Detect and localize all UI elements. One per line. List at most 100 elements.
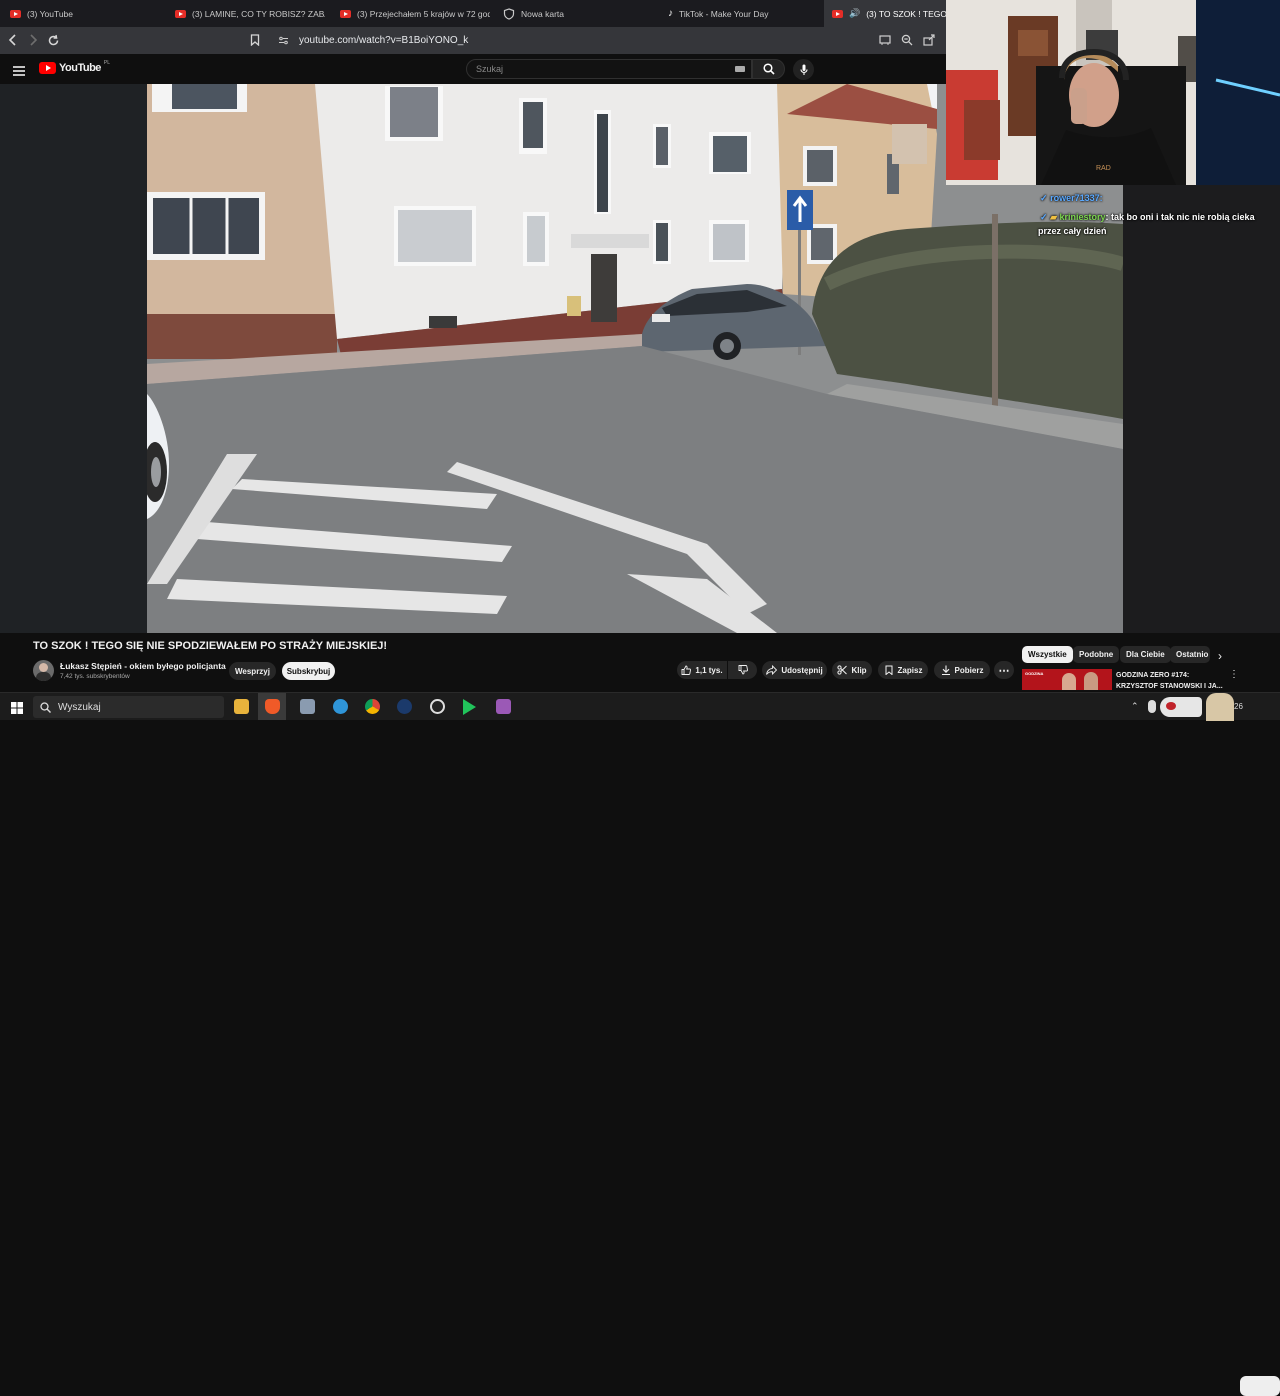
chat-username: rower71337: [1050, 193, 1103, 203]
reload-icon [48, 34, 58, 45]
save-button[interactable]: Zapisz [878, 661, 928, 679]
share-arrow-icon [766, 665, 778, 675]
menu-button[interactable] [13, 63, 25, 76]
tab-przejechalem[interactable]: (3) Przejechałem 5 krajów w 72 godz [330, 0, 490, 27]
clip-label: Klip [851, 665, 867, 675]
back-button[interactable] [4, 31, 22, 49]
tray-overflow-button[interactable]: ⌃ [1131, 701, 1139, 712]
clip-button[interactable]: Klip [832, 661, 872, 679]
video-title: TO SZOK ! TEGO SIĘ NIE SPODZIEWAŁEM PO S… [33, 640, 388, 652]
recommended-title[interactable]: GODZINA ZERO #174: KRZYSZTOF STANOWSKI I… [1116, 670, 1223, 692]
keyboard-icon[interactable] [735, 66, 745, 72]
recommended-thumbnail[interactable]: GODZINA [1022, 669, 1112, 690]
video-right-margin [1123, 185, 1280, 633]
chat-message-continuation: przez cały dzień [1038, 226, 1107, 236]
cast-icon [879, 35, 891, 45]
tiktok-icon: ♪ [668, 8, 673, 19]
save-to-playlist-icon [885, 665, 893, 675]
share-label: Udostępnij [781, 665, 823, 675]
bookmark-button[interactable] [246, 31, 264, 49]
dislike-button[interactable] [728, 661, 757, 679]
chip-related[interactable]: Podobne [1073, 646, 1120, 663]
cast-button[interactable] [876, 31, 894, 49]
recommended-title-line: KRZYSZTOF STANOWSKI I JA... [1116, 683, 1223, 690]
chip-label: Wszystkie [1028, 650, 1067, 659]
voice-search-button[interactable] [793, 59, 814, 80]
shield-icon [503, 7, 515, 20]
more-actions-button[interactable]: ⋯ [994, 661, 1014, 679]
download-button[interactable]: Pobierz [934, 661, 990, 679]
svg-text:RAD: RAD [1096, 165, 1111, 172]
download-icon [941, 665, 950, 675]
verified-check-icon: ✓ [1040, 212, 1048, 222]
taskbar-search-box[interactable]: Wyszukaj [33, 696, 224, 718]
search-button[interactable] [752, 59, 785, 79]
region-badge: PL [103, 60, 111, 66]
youtube-favicon-icon [175, 9, 186, 18]
scissors-icon [837, 665, 848, 675]
media-play-icon[interactable] [463, 699, 476, 715]
chip-label: Podobne [1079, 650, 1114, 659]
chips-next-button[interactable]: › [1218, 649, 1222, 663]
hamburger-menu-icon [13, 66, 25, 76]
share-button[interactable]: Udostępnij [762, 661, 827, 679]
files-icon[interactable] [300, 699, 315, 714]
tab-new-tab[interactable]: Nowa karta [495, 0, 655, 27]
webcam-frame: RAD [946, 0, 1280, 185]
chrome-icon[interactable] [365, 699, 380, 714]
back-arrow-icon [8, 34, 16, 46]
taskbar-search-placeholder: Wyszukaj [58, 701, 101, 713]
channel-name[interactable]: Łukasz Stępień - okiem byłego policjanta [60, 661, 226, 671]
game-icon[interactable] [496, 699, 511, 714]
chat-message: ✓ ▰ kriniestory: tak bo oni i tak nic ni… [1040, 212, 1255, 223]
url-field[interactable]: youtube.com/watch?v=B1BoiYONO_k [268, 30, 868, 51]
tab-lamine[interactable]: (3) LAMINE, CO TY ROBISZ? ZABAWA [165, 0, 325, 27]
windows-taskbar: Wyszukaj ⌃ 26 [0, 692, 1280, 1396]
recommended-title-line: GODZINA ZERO #174: [1116, 672, 1190, 679]
reload-button[interactable] [44, 31, 62, 49]
thumbs-down-icon [738, 665, 748, 675]
share-icon [923, 34, 935, 46]
chat-text: : tak bo oni i tak nic nie robią cieka [1105, 212, 1255, 222]
subscribe-button[interactable]: Subskrybuj [282, 662, 335, 680]
bookmark-icon [250, 34, 260, 46]
obs-icon[interactable] [430, 699, 445, 714]
tab-tiktok[interactable]: ♪ TikTok - Make Your Day [660, 0, 820, 27]
channel-avatar[interactable] [33, 660, 54, 681]
forward-arrow-icon [30, 34, 38, 46]
chip-recent[interactable]: Ostatnio [1170, 646, 1210, 663]
steam-icon[interactable] [397, 699, 412, 714]
youtube-logo-text: YouTube [59, 62, 101, 74]
youtube-search-input[interactable]: Szukaj [466, 59, 752, 79]
brave-icon[interactable] [265, 699, 280, 714]
chevron-up-icon: ⌃ [1131, 701, 1139, 711]
file-explorer-icon[interactable] [234, 699, 249, 714]
video-left-margin [0, 84, 147, 633]
youtube-favicon-icon [10, 9, 21, 18]
windows-logo-icon [11, 702, 23, 714]
subscribe-label: Subskrybuj [286, 666, 331, 676]
share-page-button[interactable] [920, 31, 938, 49]
youtube-logo[interactable]: YouTube PL [39, 60, 111, 74]
edge-icon[interactable] [333, 699, 348, 714]
clock-partial: 26 [1234, 702, 1243, 711]
tab-label: (3) LAMINE, CO TY ROBISZ? ZABAWA [192, 8, 325, 19]
tab-youtube[interactable]: (3) YouTube [0, 0, 165, 27]
chip-all[interactable]: Wszystkie [1022, 646, 1073, 663]
chevron-right-icon: › [1218, 649, 1222, 663]
tab-label: (3) YouTube [27, 8, 73, 19]
tab-active-video[interactable]: 🔊 (3) TO SZOK ! TEGO SIĘ NI [824, 0, 946, 27]
support-button[interactable]: Wesprzyj [229, 662, 276, 680]
chip-for-you[interactable]: Dla Ciebie [1120, 646, 1171, 663]
start-button[interactable] [11, 701, 23, 714]
chat-text: przez cały dzień [1038, 226, 1107, 236]
tray-microphone-icon[interactable] [1148, 700, 1156, 713]
thumbs-up-icon [681, 665, 692, 675]
support-label: Wesprzyj [235, 666, 270, 676]
forward-button[interactable] [24, 31, 42, 49]
youtube-header: YouTube PL Szukaj [0, 54, 946, 84]
like-count: 1,1 tys. [695, 665, 723, 675]
like-button[interactable]: 1,1 tys. [677, 661, 727, 679]
zoom-button[interactable] [898, 31, 916, 49]
recommended-menu-button[interactable]: ⋮ [1229, 669, 1239, 680]
